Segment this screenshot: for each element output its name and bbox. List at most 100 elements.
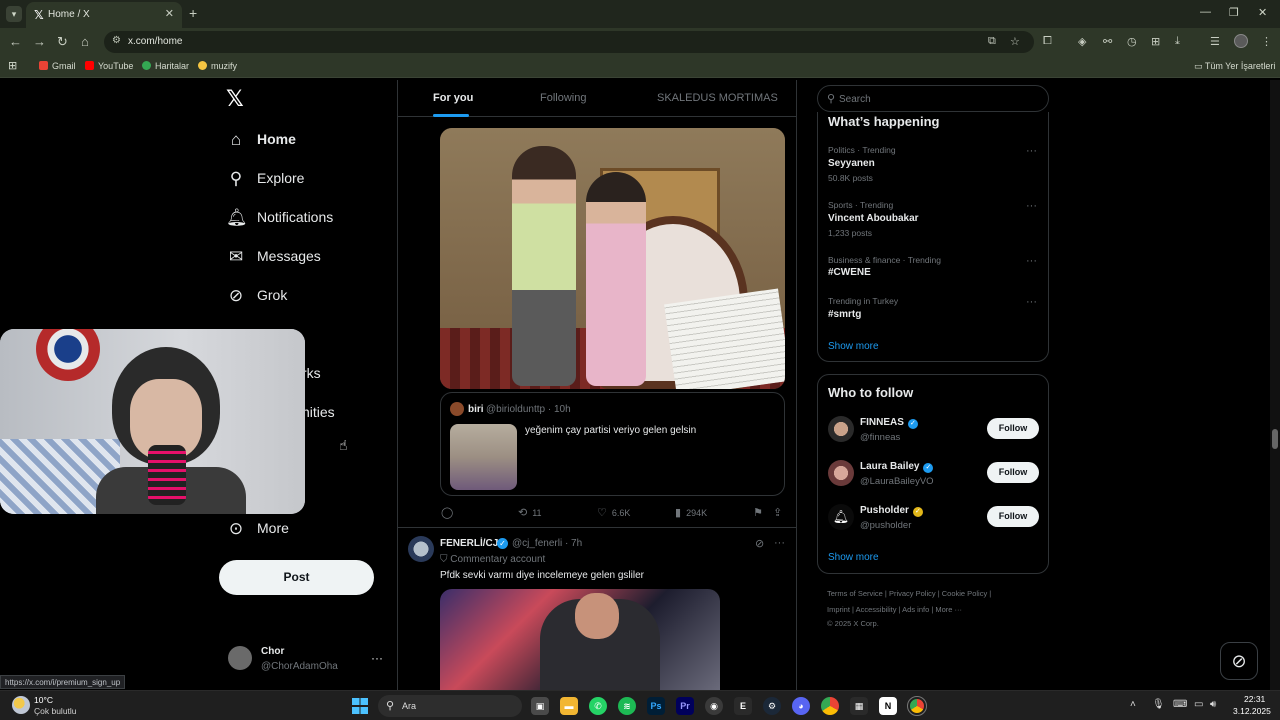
weather-cloudy-icon[interactable] [12, 696, 30, 714]
restore-icon[interactable]: ❐ [1229, 6, 1239, 19]
account-avatar[interactable] [228, 646, 252, 670]
footer-links[interactable]: Imprint | Accessibility | Ads info | Mor… [827, 605, 962, 614]
quoted-tweet[interactable]: biri @birioldunttp · 10h yeğenim çay par… [440, 392, 785, 496]
account-more-icon[interactable]: ··· [371, 651, 383, 665]
home-browser-icon[interactable]: ⌂ [81, 34, 89, 49]
bookmark-muzify[interactable]: muzify [198, 61, 237, 71]
history-icon[interactable]: ◷ [1127, 35, 1137, 48]
taskbar-date[interactable]: 3.12.2025 [1233, 706, 1271, 716]
keyboard-icon[interactable]: ⌨ [1173, 699, 1187, 710]
address-bar[interactable]: ⚙ x.com/home ⧉ ☆ [104, 31, 1034, 53]
volume-icon[interactable]: 🔊︎ [1210, 699, 1216, 710]
follow-button[interactable]: Follow [987, 506, 1039, 527]
tweet-author-handle[interactable]: @cj_fenerli · 7h [512, 538, 582, 549]
x-logo-icon[interactable]: 𝕏 [226, 86, 244, 112]
views-button[interactable]: ▮ 294K [675, 506, 707, 519]
suggestion-name[interactable]: Laura Bailey ✓ [860, 461, 934, 473]
app-icon[interactable]: ▦ [850, 697, 868, 715]
download-icon[interactable]: ⤓ [1175, 35, 1180, 48]
weather-temperature[interactable]: 10°C [34, 695, 53, 705]
steam-icon[interactable]: ⚙ [763, 697, 781, 715]
obs-icon[interactable]: ◉ [705, 697, 723, 715]
apps-grid-icon[interactable]: ⊞ [8, 59, 17, 72]
grok-chat-button[interactable]: ⊘ [1220, 642, 1258, 680]
trend-name[interactable]: #CWENE [828, 267, 871, 278]
tweet-author-name[interactable]: FENERLİ/CJ [440, 538, 498, 549]
trend-more-icon[interactable]: ··· [1026, 296, 1037, 308]
reply-button[interactable]: ◯ [441, 506, 458, 519]
profile-avatar[interactable] [1234, 34, 1248, 48]
tweet-more-icon[interactable]: ··· [774, 537, 785, 549]
epic-games-icon[interactable]: E [734, 697, 752, 715]
follow-button[interactable]: Follow [987, 462, 1039, 483]
back-icon[interactable]: ← [9, 34, 22, 49]
bookmark-maps[interactable]: Haritalar [142, 61, 189, 71]
discord-icon[interactable]: ◕ [792, 697, 810, 715]
media-control-icon[interactable]: ☰ [1210, 35, 1220, 48]
trend-more-icon[interactable]: ··· [1026, 200, 1037, 212]
trend-name[interactable]: Vincent Aboubakar [828, 213, 919, 224]
bookmark-star-icon[interactable]: ☆ [1010, 35, 1020, 48]
tab-for-you[interactable]: For you [433, 92, 473, 104]
bell-avatar-icon[interactable]: 🔔︎ [828, 504, 854, 530]
bookmark-button[interactable]: ⚑ [753, 506, 768, 519]
taskbar-search[interactable]: ⚲ Ara [378, 695, 522, 717]
follow-show-more[interactable]: Show more [828, 552, 879, 563]
taskbar-time[interactable]: 22:31 [1244, 694, 1265, 704]
tweet-media[interactable] [440, 589, 720, 690]
footer-links[interactable]: Terms of Service | Privacy Policy | Cook… [827, 589, 991, 598]
retweet-button[interactable]: ⟲ 11 [518, 506, 542, 519]
microphone-icon[interactable]: 🎙︎ [1152, 699, 1165, 710]
account-handle[interactable]: @ChorAdamOha [261, 661, 338, 672]
tab-search-button[interactable]: ▾ [6, 6, 22, 22]
tray-chevron-icon[interactable]: ˄ [1130, 699, 1136, 710]
reload-icon[interactable]: ↻ [57, 34, 68, 50]
grok-explain-icon[interactable]: ⊘ [755, 537, 764, 550]
search-input[interactable]: ⚲ Search [817, 85, 1049, 112]
site-info-icon[interactable]: ⚙ [112, 35, 121, 46]
display-icon[interactable]: ▭ [1194, 699, 1203, 710]
spotify-icon[interactable]: ≋ [618, 697, 636, 715]
photoshop-icon[interactable]: Ps [647, 697, 665, 715]
extension-icon[interactable]: ⚯ [1103, 35, 1112, 48]
follow-button[interactable]: Follow [987, 418, 1039, 439]
suggestion-avatar[interactable] [828, 460, 854, 486]
suggestion-name[interactable]: Pusholder ✓ [860, 505, 923, 517]
chrome-active-icon[interactable] [907, 696, 927, 716]
windows-start-icon[interactable] [352, 698, 368, 714]
install-app-icon[interactable]: ⧉ [988, 35, 996, 48]
forward-icon[interactable]: → [33, 34, 46, 49]
weather-description[interactable]: Çok bulutlu [34, 706, 77, 716]
suggestion-name[interactable]: FINNEAS ✓ [860, 417, 918, 429]
trend-name[interactable]: #smrtg [828, 309, 861, 320]
extensions-icon[interactable]: ⧠ [1043, 35, 1052, 48]
post-button[interactable]: Post [219, 560, 374, 595]
scrollbar-thumb[interactable] [1272, 429, 1278, 449]
bookmark-youtube[interactable]: YouTube [85, 61, 133, 71]
translate-icon[interactable]: ⊞ [1151, 35, 1160, 48]
task-view-icon[interactable]: ▣ [531, 697, 549, 715]
tab-following[interactable]: Following [540, 92, 586, 104]
like-button[interactable]: ♡ 6.6K [597, 506, 630, 519]
trend-more-icon[interactable]: ··· [1026, 145, 1037, 157]
premiere-icon[interactable]: Pr [676, 697, 694, 715]
extension-icon[interactable]: ◈ [1078, 35, 1086, 48]
whatsapp-icon[interactable]: ✆ [589, 697, 607, 715]
share-button[interactable]: ⇪ [773, 506, 787, 519]
scrollbar[interactable] [1270, 80, 1280, 690]
all-bookmarks[interactable]: ▭ Tüm Yer İşaretleri [1194, 61, 1275, 72]
notion-icon[interactable]: N [879, 697, 897, 715]
new-tab-icon[interactable]: + [189, 5, 197, 21]
tweet-avatar[interactable] [408, 536, 434, 562]
trend-more-icon[interactable]: ··· [1026, 255, 1037, 267]
account-name[interactable]: Chor [261, 646, 284, 657]
close-tab-icon[interactable]: ✕ [165, 7, 174, 20]
chrome-icon[interactable] [821, 697, 839, 715]
trend-name[interactable]: Seyyanen [828, 158, 875, 169]
tab-list[interactable]: SKALEDUS MORTIMAS [657, 92, 778, 104]
browser-tab[interactable]: 𝕏 Home / X ✕ [26, 2, 182, 28]
bookmark-gmail[interactable]: Gmail [39, 61, 76, 71]
tweet-media[interactable] [440, 128, 785, 389]
trends-show-more[interactable]: Show more [828, 341, 879, 352]
file-explorer-icon[interactable]: ▬ [560, 697, 578, 715]
